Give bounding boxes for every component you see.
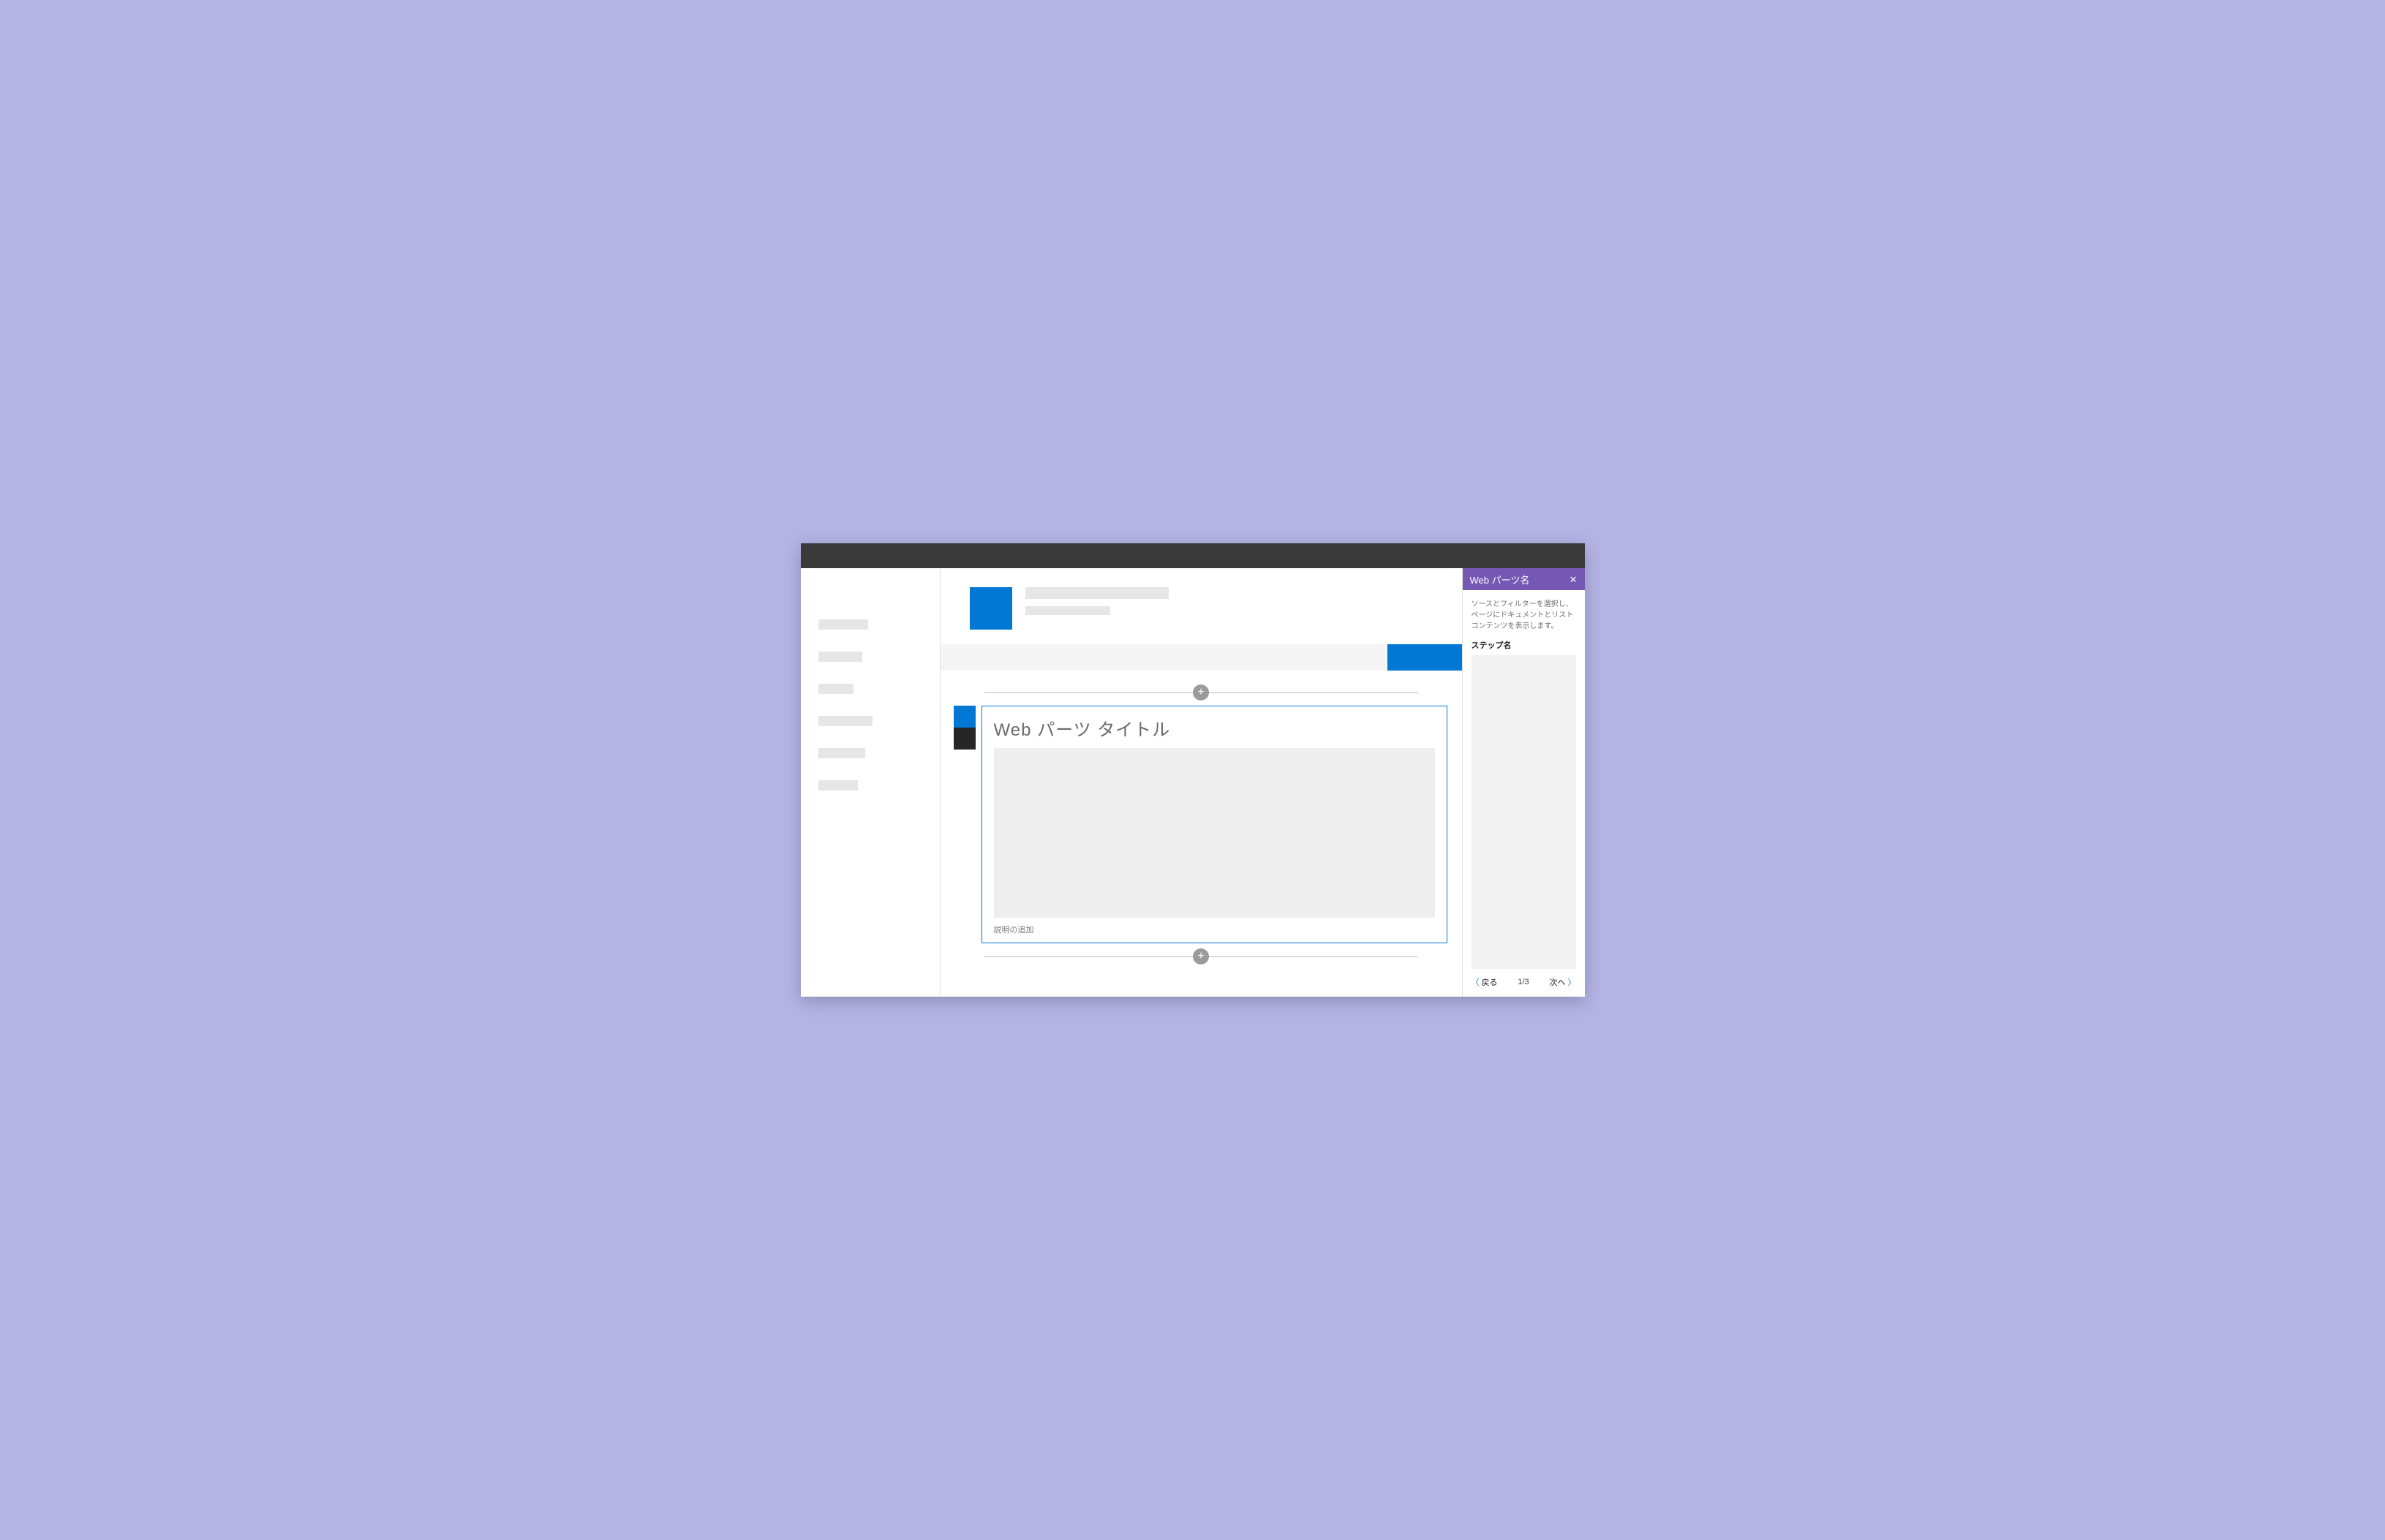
property-pane-nav: 〈 戻る 1/3 次へ 〉 — [1463, 969, 1585, 997]
nav-item-placeholder[interactable] — [818, 716, 873, 726]
page-header-text — [1025, 587, 1169, 615]
window-titlebar — [801, 543, 1585, 568]
plus-icon: + — [1193, 948, 1209, 965]
step-label: ステップ名 — [1463, 639, 1585, 655]
page-subtitle-placeholder — [1025, 606, 1110, 615]
nav-item-placeholder[interactable] — [818, 652, 862, 662]
page-canvas: + Web パーツ タイトル 説明の追加 + — [940, 568, 1462, 997]
page-header — [941, 587, 1462, 644]
webpart-tool-edit[interactable] — [954, 728, 976, 750]
command-bar — [941, 644, 1462, 671]
app-window: + Web パーツ タイトル 説明の追加 + — [801, 543, 1585, 997]
left-nav — [801, 568, 940, 997]
site-logo — [970, 587, 1012, 630]
close-icon[interactable]: ✕ — [1570, 575, 1578, 584]
property-pane-description: ソースとフィルターを選択し、ページにドキュメントとリストコンテンツを表示します。 — [1463, 590, 1585, 639]
next-button[interactable]: 次へ 〉 — [1550, 976, 1576, 988]
plus-icon: + — [1193, 684, 1209, 701]
page-indicator: 1/3 — [1518, 978, 1529, 986]
webpart-toolbar — [954, 706, 976, 750]
step-content-placeholder — [1472, 655, 1576, 969]
nav-item-placeholder[interactable] — [818, 780, 858, 790]
property-pane: Web パーツ名 ✕ ソースとフィルターを選択し、ページにドキュメントとリストコ… — [1462, 568, 1585, 997]
chevron-right-icon: 〉 — [1568, 976, 1576, 988]
webpart-selected[interactable]: Web パーツ タイトル 説明の追加 — [981, 706, 1447, 943]
add-section-top[interactable]: + — [984, 684, 1418, 701]
back-button[interactable]: 〈 戻る — [1472, 976, 1498, 988]
webpart-tool-move[interactable] — [954, 706, 976, 728]
add-section-bottom[interactable]: + — [984, 948, 1418, 965]
webpart-caption[interactable]: 説明の追加 — [994, 924, 1435, 935]
property-pane-title: Web パーツ名 — [1470, 573, 1570, 586]
property-pane-header: Web パーツ名 ✕ — [1463, 568, 1585, 590]
next-label: 次へ — [1550, 976, 1566, 988]
chevron-left-icon: 〈 — [1472, 976, 1480, 988]
primary-action-button[interactable] — [1387, 644, 1462, 671]
page-title-placeholder — [1025, 587, 1169, 599]
app-body: + Web パーツ タイトル 説明の追加 + — [801, 568, 1585, 997]
webpart-content-placeholder[interactable] — [994, 748, 1435, 918]
back-label: 戻る — [1482, 976, 1498, 988]
webpart-row: Web パーツ タイトル 説明の追加 — [941, 701, 1462, 948]
nav-item-placeholder[interactable] — [818, 619, 868, 630]
webpart-title[interactable]: Web パーツ タイトル — [994, 715, 1435, 741]
canvas-area: + Web パーツ タイトル 説明の追加 + — [941, 671, 1462, 983]
nav-item-placeholder[interactable] — [818, 684, 854, 694]
nav-item-placeholder[interactable] — [818, 748, 865, 758]
